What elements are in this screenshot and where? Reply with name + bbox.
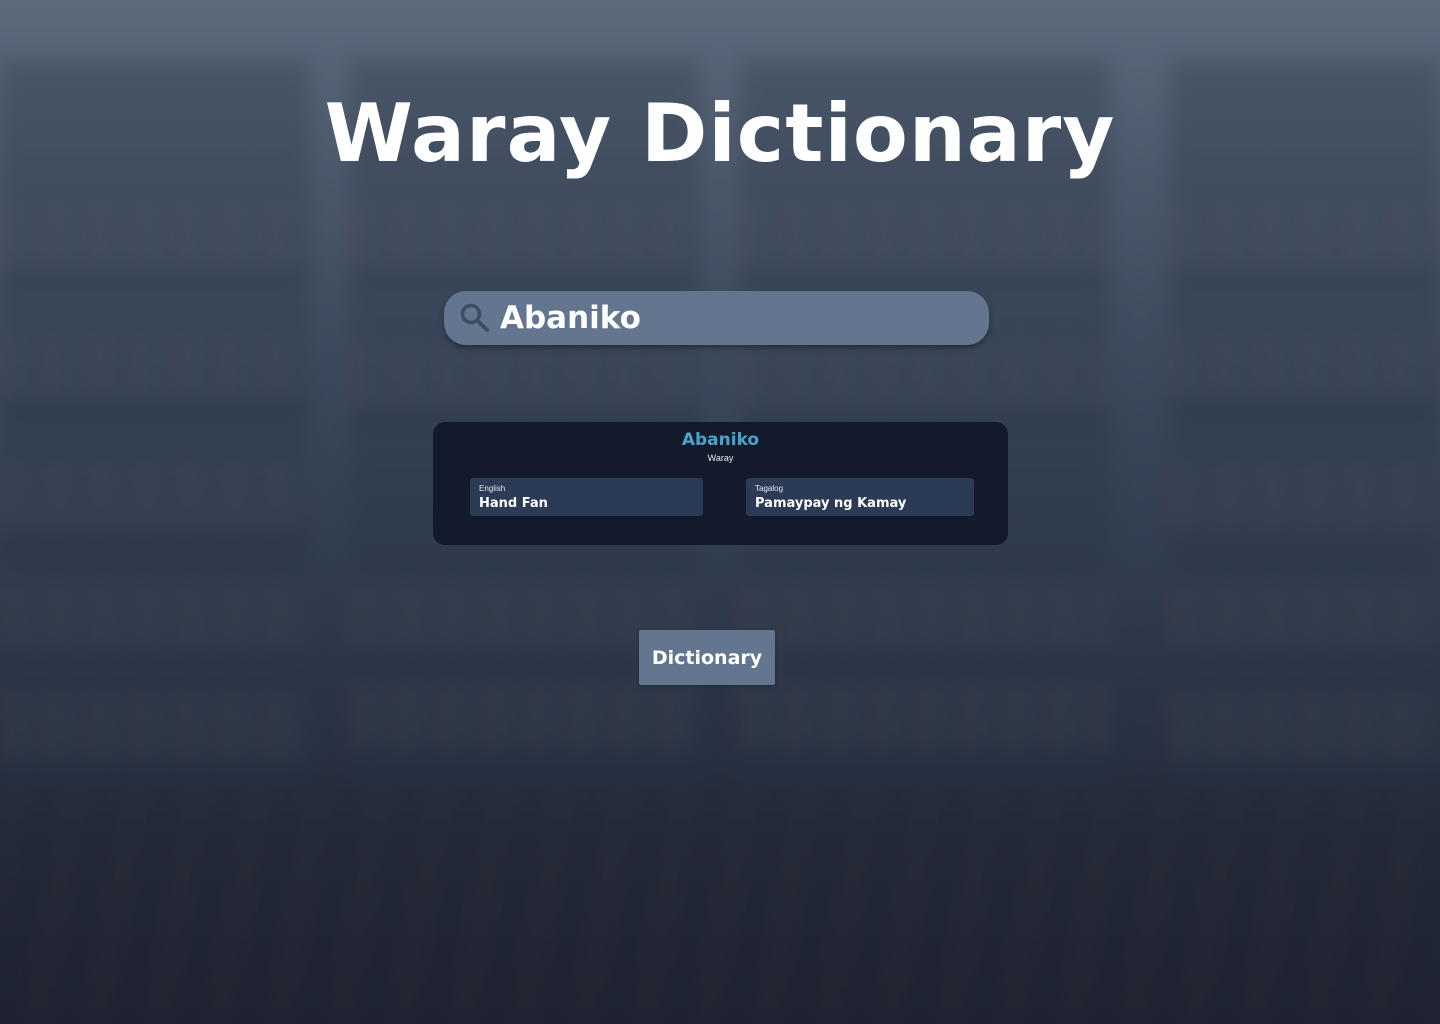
search-bar[interactable] bbox=[444, 291, 989, 345]
page-title: Waray Dictionary bbox=[324, 87, 1116, 180]
dictionary-button[interactable]: Dictionary bbox=[639, 630, 775, 685]
translation-label: Tagalog bbox=[755, 484, 784, 493]
result-language: Waray bbox=[707, 453, 734, 463]
translation-value: Hand Fan bbox=[479, 496, 548, 511]
result-word: Abaniko bbox=[681, 430, 760, 450]
result-card: Abaniko Waray English Hand Fan Tagalog P… bbox=[433, 422, 1008, 545]
tagalog-translation: Tagalog Pamaypay ng Kamay bbox=[746, 478, 974, 516]
english-translation: English Hand Fan bbox=[470, 478, 703, 516]
search-input[interactable] bbox=[492, 291, 989, 345]
translation-value: Pamaypay ng Kamay bbox=[755, 496, 907, 511]
search-icon bbox=[458, 301, 492, 335]
translation-label: English bbox=[479, 484, 506, 493]
